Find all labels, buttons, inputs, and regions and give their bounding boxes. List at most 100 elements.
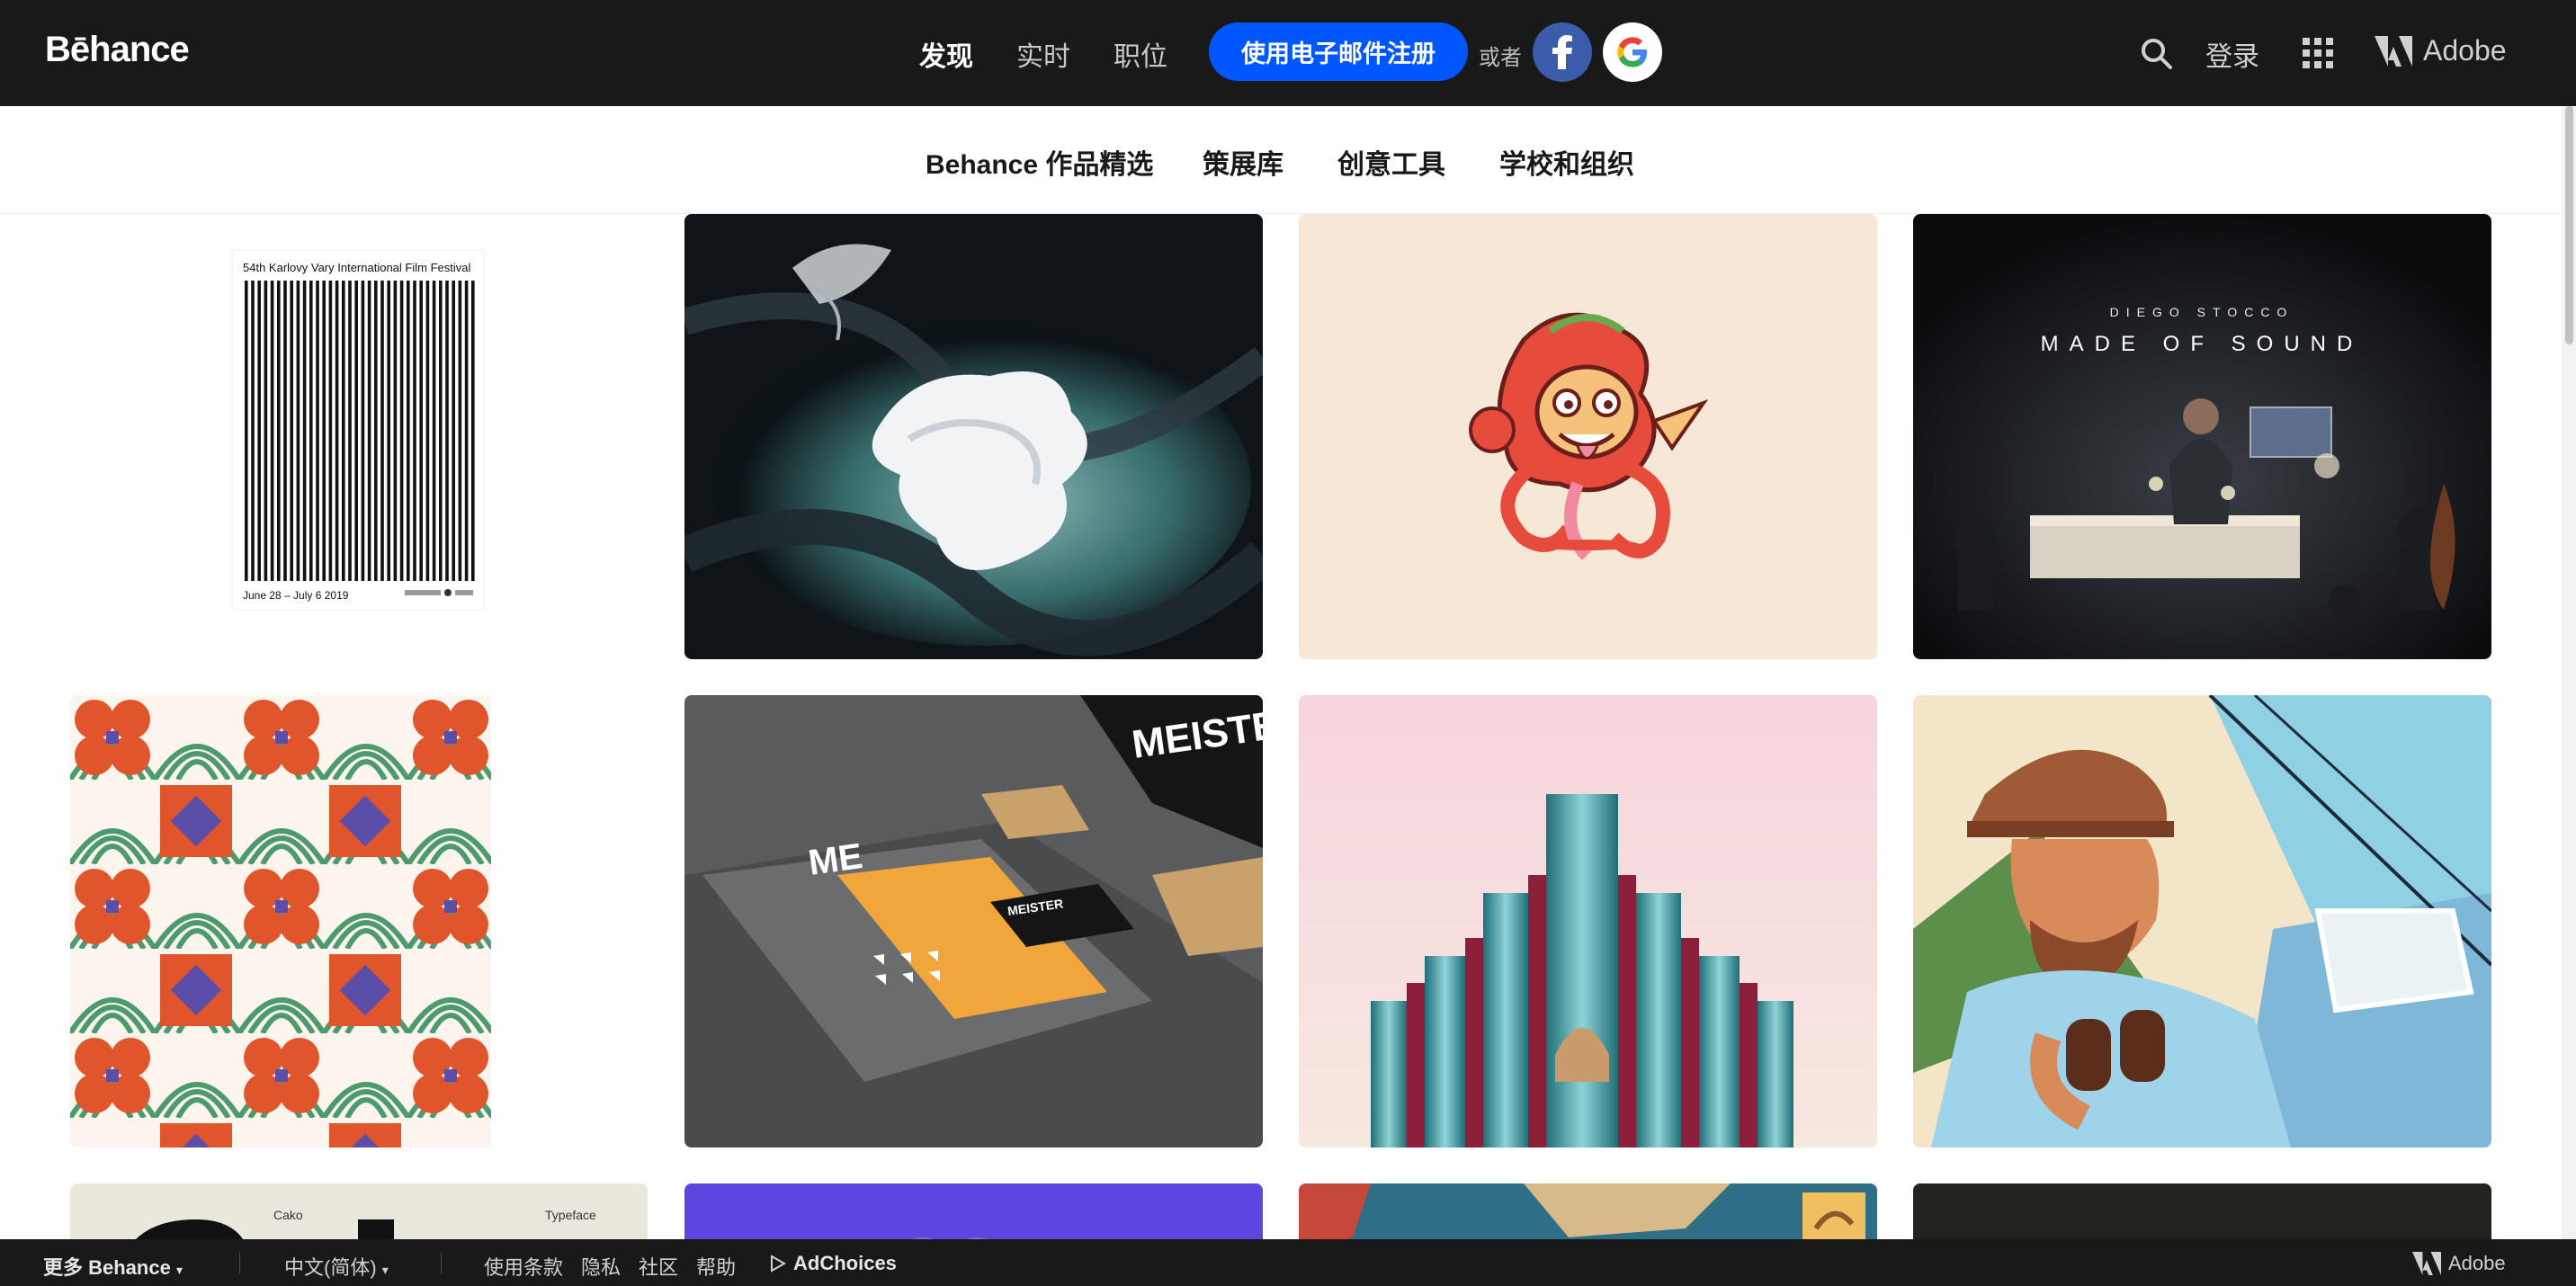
footer-link-privacy[interactable]: 隐私 xyxy=(581,1252,621,1281)
project-tile-meister-branding[interactable]: MEISTER ME MEISTER xyxy=(684,695,1263,1148)
poster-stripe xyxy=(270,281,274,581)
subnav-behance-picks[interactable]: Behance 作品精选 xyxy=(926,142,1153,182)
poster-stripe xyxy=(458,281,462,581)
nav-discover[interactable]: 发现 xyxy=(919,34,973,74)
typeface-label: Typeface xyxy=(545,1208,596,1222)
poster-stripe xyxy=(387,281,390,581)
adchoices-icon xyxy=(771,1255,786,1273)
search-icon[interactable] xyxy=(2139,36,2175,72)
footer-link-community[interactable]: 社区 xyxy=(639,1252,678,1281)
character-illustration-image xyxy=(1299,214,1877,659)
chevron-down-icon: ▾ xyxy=(175,1263,183,1277)
project-title: MADE OF SOUND xyxy=(2041,332,2364,356)
film-poster-image: 54th Karlovy Vary International Film Fes… xyxy=(231,249,485,611)
adobe-label: Adobe xyxy=(2423,34,2507,67)
signup-email-button[interactable]: 使用电子邮件注册 xyxy=(1209,22,1468,81)
page: Bēhance 发现 实时 职位 使用电子邮件注册 或者 登录 Adobe Be… xyxy=(0,0,2576,1286)
typeface-name: Cako xyxy=(273,1208,303,1222)
poster-stripe xyxy=(277,281,281,581)
explorer-illustration-image xyxy=(1913,695,2491,1148)
mockup-logo-left: ME xyxy=(806,836,865,883)
google-login-button[interactable] xyxy=(1603,22,1662,82)
poster-stripe xyxy=(452,281,455,581)
poster-stripe xyxy=(432,281,436,581)
pattern-image xyxy=(70,695,491,1148)
adobe-link[interactable]: Adobe xyxy=(2375,34,2507,67)
adchoices-link[interactable]: AdChoices xyxy=(770,1252,897,1275)
subnav-curated-galleries[interactable]: 策展库 xyxy=(1203,142,1284,182)
chevron-down-icon: ▾ xyxy=(381,1263,389,1277)
nav-jobs[interactable]: 职位 xyxy=(1114,34,1167,74)
poster-stripe xyxy=(361,281,365,581)
poster-stripe xyxy=(471,281,475,581)
project-tile-explorer-illustration[interactable] xyxy=(1913,695,2491,1148)
poster-stripe xyxy=(264,281,268,581)
footer-divider xyxy=(239,1252,240,1273)
poster-stripe xyxy=(290,281,293,581)
page-scrollbar-thumb[interactable] xyxy=(2565,106,2573,344)
abstract-ice-image xyxy=(684,214,1263,659)
project-tile-film-poster[interactable]: 54th Karlovy Vary International Film Fes… xyxy=(70,214,648,659)
poster-stripe xyxy=(425,281,430,581)
poster-stripe xyxy=(354,281,358,581)
poster-stripe xyxy=(335,281,339,581)
poster-stripe xyxy=(302,281,307,581)
poster-stripe xyxy=(399,281,404,581)
poster-stripe xyxy=(445,281,449,581)
login-link[interactable]: 登录 xyxy=(2205,34,2259,74)
facebook-login-button[interactable] xyxy=(1533,22,1592,82)
meister-branding-image: MEISTER ME MEISTER xyxy=(684,695,1263,1148)
poster-stripe xyxy=(283,281,287,581)
adobe-logo-icon xyxy=(2375,35,2412,67)
behance-logo[interactable]: Bēhance xyxy=(45,30,190,70)
project-tile-pattern[interactable] xyxy=(70,695,648,1148)
poster-stripe xyxy=(309,281,313,581)
apps-grid-icon[interactable] xyxy=(2303,38,2333,68)
poster-stripe xyxy=(419,281,423,581)
poster-stripe xyxy=(374,281,378,581)
poster-stripe xyxy=(393,281,398,581)
sub-navigation: Behance 作品精选 策展库 创意工具 学校和组织 xyxy=(0,106,2562,214)
language-selector[interactable]: 中文(简体) ▾ xyxy=(284,1252,389,1281)
poster-stripe xyxy=(322,281,326,581)
top-bar: Bēhance 发现 实时 职位 使用电子邮件注册 或者 登录 Adobe xyxy=(0,0,2576,106)
footer-adobe-link[interactable]: Adobe xyxy=(2412,1252,2506,1275)
poster-stripe xyxy=(328,281,333,581)
poster-stripe xyxy=(296,281,300,581)
more-behance-menu[interactable]: 更多 Behance ▾ xyxy=(43,1252,183,1281)
poster-stripe xyxy=(257,281,261,581)
poster-stripe xyxy=(348,281,352,581)
project-tile-made-of-sound[interactable]: DIEGO STOCCO MADE OF SOUND xyxy=(1913,214,2491,659)
poster-stripe xyxy=(380,281,384,581)
subnav-schools-orgs[interactable]: 学校和组织 xyxy=(1499,142,1634,182)
language-label: 中文(简体) xyxy=(284,1256,377,1279)
poster-stripe xyxy=(342,281,345,581)
made-of-sound-image: DIEGO STOCCO MADE OF SOUND xyxy=(1913,214,2491,659)
footer-bar: 更多 Behance ▾ 中文(简体) ▾ 使用条款 隐私 社区 帮助 AdCh… xyxy=(0,1239,2576,1286)
project-tile-character-illustration[interactable] xyxy=(1299,214,1877,659)
poster-stripe xyxy=(464,281,469,581)
project-tile-abstract-ice[interactable] xyxy=(684,214,1263,659)
google-icon xyxy=(1617,37,1647,67)
footer-link-terms[interactable]: 使用条款 xyxy=(484,1252,563,1281)
poster-stripe xyxy=(407,281,410,581)
poster-title: 54th Karlovy Vary International Film Fes… xyxy=(243,261,470,274)
more-behance-label: 更多 Behance xyxy=(43,1256,171,1279)
project-tile-architecture[interactable] xyxy=(1299,695,1877,1148)
subnav-creative-tools[interactable]: 创意工具 xyxy=(1337,142,1445,182)
footer-divider xyxy=(441,1252,442,1273)
facebook-icon xyxy=(1552,35,1572,69)
or-label: 或者 xyxy=(1479,46,1522,70)
poster-dates: June 28 – July 6 2019 xyxy=(243,589,349,602)
poster-stripe xyxy=(316,281,319,581)
adchoices-label: AdChoices xyxy=(793,1252,897,1274)
poster-stripe xyxy=(251,281,255,581)
footer-link-help[interactable]: 帮助 xyxy=(696,1252,736,1281)
poster-stripe xyxy=(439,281,443,581)
poster-stripe xyxy=(245,281,248,581)
architecture-image xyxy=(1299,695,1877,1148)
footer-adobe-label: Adobe xyxy=(2448,1252,2506,1274)
nav-live[interactable]: 实时 xyxy=(1016,34,1070,74)
poster-stripe xyxy=(367,281,371,581)
poster-stripe xyxy=(413,281,416,581)
